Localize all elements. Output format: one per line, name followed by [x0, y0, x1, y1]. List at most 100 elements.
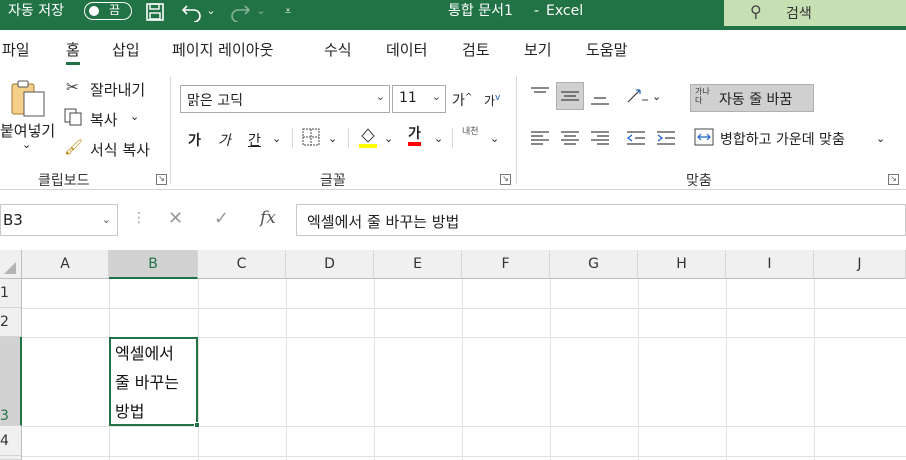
row-header-2[interactable]: 2 — [0, 308, 22, 337]
column-header-i[interactable]: I — [726, 250, 814, 279]
row-header-partial — [0, 456, 22, 460]
divider — [292, 128, 293, 148]
format-painter-button[interactable]: 서식 복사 — [90, 139, 150, 160]
font-launcher-icon[interactable]: ↘ — [500, 174, 511, 185]
bold-button[interactable]: 가 — [188, 130, 201, 150]
copy-dropdown-icon[interactable]: ⌄ — [130, 110, 139, 123]
search-box[interactable]: ⚲ 검색 — [724, 0, 906, 26]
decrease-font-size-button[interactable]: 가v — [484, 92, 500, 109]
borders-dropdown-icon[interactable]: ⌄ — [328, 132, 337, 145]
gridline — [22, 426, 906, 427]
tab-page-layout[interactable]: 페이지 레이아웃 — [172, 39, 273, 65]
column-header-d[interactable]: D — [286, 250, 374, 279]
font-size-value: 11 — [399, 90, 417, 106]
merge-center-button[interactable]: 병합하고 가운데 맞춤 — [720, 129, 845, 149]
column-header-c[interactable]: C — [198, 250, 286, 279]
fill-color-icon[interactable] — [358, 126, 378, 152]
tab-file[interactable]: 파일 — [2, 39, 30, 65]
search-label: 검색 — [786, 6, 812, 22]
redo-dropdown-icon[interactable]: ⌄ — [254, 0, 268, 24]
underline-button[interactable]: 간 — [248, 130, 261, 150]
align-bottom-icon[interactable] — [590, 90, 610, 110]
orientation-icon[interactable] — [626, 86, 650, 108]
tab-insert[interactable]: 삽입 — [112, 39, 140, 65]
tab-home[interactable]: 홈 — [66, 39, 80, 65]
cell-b3-line: 엑셀에서 — [115, 344, 174, 363]
wrap-text-icon: 가나다 — [695, 87, 710, 105]
font-color-button[interactable]: 가 — [408, 126, 421, 146]
increase-indent-icon[interactable] — [656, 130, 676, 150]
column-header-a[interactable]: A — [22, 250, 109, 279]
search-icon: ⚲ — [750, 2, 762, 21]
cell-b3[interactable]: 엑셀에서 줄 바꾸는 방법 — [109, 337, 200, 428]
tab-help[interactable]: 도움말 — [586, 39, 627, 65]
gridline — [374, 279, 375, 460]
customize-qat-icon[interactable]: ⩡ — [280, 0, 296, 24]
row-header-4[interactable]: 4 — [0, 426, 22, 456]
column-header-g[interactable]: G — [550, 250, 638, 279]
align-middle-icon[interactable] — [556, 82, 584, 110]
align-top-icon[interactable] — [530, 86, 550, 106]
column-header-b[interactable]: B — [109, 250, 198, 279]
decrease-indent-icon[interactable] — [626, 130, 646, 150]
paste-dropdown-icon[interactable]: ⌄ — [22, 138, 31, 151]
gridline — [814, 279, 815, 460]
orientation-dropdown-icon[interactable]: ⌄ — [652, 90, 661, 103]
app-name: Excel — [546, 3, 584, 19]
align-right-icon[interactable] — [590, 130, 610, 150]
gridline — [198, 279, 199, 460]
copy-button[interactable]: 복사 — [90, 109, 118, 130]
phonetic-dropdown-icon[interactable]: ⌄ — [490, 132, 499, 145]
column-header-f[interactable]: F — [462, 250, 550, 279]
row-header-3[interactable]: 3 — [0, 337, 22, 426]
increase-font-size-button[interactable]: 가^ — [452, 90, 472, 110]
group-divider — [170, 76, 171, 184]
formula-bar: B3 ⌄ ⋮ ✕ ✓ fx 엑셀에서 줄 바꾸는 방법 — [0, 198, 906, 242]
ribbon: 붙여넣기 ⌄ ✂ 잘라내기 복사 ⌄ 🖌 서식 복사 클립보드 ↘ 맑은 고딕 … — [0, 70, 906, 190]
scissors-icon: ✂ — [66, 78, 79, 96]
autosave-toggle[interactable]: 끔 — [84, 2, 132, 20]
undo-dropdown-icon[interactable]: ⌄ — [204, 0, 218, 24]
column-header-e[interactable]: E — [374, 250, 462, 279]
alignment-launcher-icon[interactable]: ↘ — [888, 174, 899, 185]
font-color-dropdown-icon[interactable]: ⌄ — [434, 132, 443, 145]
tab-review[interactable]: 검토 — [462, 39, 490, 65]
cancel-icon[interactable]: ✕ — [168, 208, 183, 229]
italic-button[interactable]: 가 — [218, 130, 231, 150]
row-header-1[interactable]: 1 — [0, 279, 22, 308]
tab-data[interactable]: 데이터 — [386, 39, 427, 65]
align-center-icon[interactable] — [560, 130, 580, 150]
save-icon[interactable] — [144, 0, 166, 24]
chevron-down-icon: ⌄ — [101, 213, 111, 226]
font-size-select[interactable]: 11 ⌄ — [392, 85, 446, 113]
undo-icon[interactable] — [180, 0, 204, 24]
paste-icon[interactable] — [8, 78, 48, 118]
clipboard-launcher-icon[interactable]: ↘ — [156, 174, 167, 185]
phonetic-guide-button[interactable]: 내천 — [462, 128, 480, 137]
redo-icon[interactable] — [228, 0, 252, 24]
name-box[interactable]: B3 ⌄ — [0, 204, 118, 236]
tab-formulas[interactable]: 수식 — [324, 39, 352, 65]
gridline — [550, 279, 551, 460]
font-name-select[interactable]: 맑은 고딕 ⌄ — [180, 85, 390, 113]
align-left-icon[interactable] — [530, 130, 550, 150]
wrap-text-button[interactable]: 가나다 자동 줄 바꿈 — [690, 84, 814, 112]
tab-view[interactable]: 보기 — [524, 39, 552, 65]
column-header-j[interactable]: J — [814, 250, 906, 279]
enter-icon[interactable]: ✓ — [214, 208, 229, 229]
fill-handle[interactable] — [194, 422, 200, 428]
merge-dropdown-icon[interactable]: ⌄ — [876, 132, 885, 145]
insert-function-button[interactable]: fx — [260, 208, 276, 228]
ribbon-tabs: 파일 홈 삽입 페이지 레이아웃 수식 데이터 검토 보기 도움말 — [0, 30, 906, 70]
toggle-knob — [89, 6, 99, 16]
formula-input[interactable]: 엑셀에서 줄 바꾸는 방법 — [296, 204, 906, 236]
name-box-value: B3 — [3, 211, 23, 229]
cell-b3-line: 줄 바꾸는 — [115, 373, 179, 392]
borders-icon[interactable] — [302, 128, 320, 150]
fill-color-dropdown-icon[interactable]: ⌄ — [384, 132, 393, 145]
column-header-h[interactable]: H — [638, 250, 726, 279]
cut-button[interactable]: 잘라내기 — [90, 79, 145, 100]
copy-icon — [64, 108, 82, 130]
underline-dropdown-icon[interactable]: ⌄ — [272, 132, 281, 145]
select-all-button[interactable] — [0, 250, 22, 279]
